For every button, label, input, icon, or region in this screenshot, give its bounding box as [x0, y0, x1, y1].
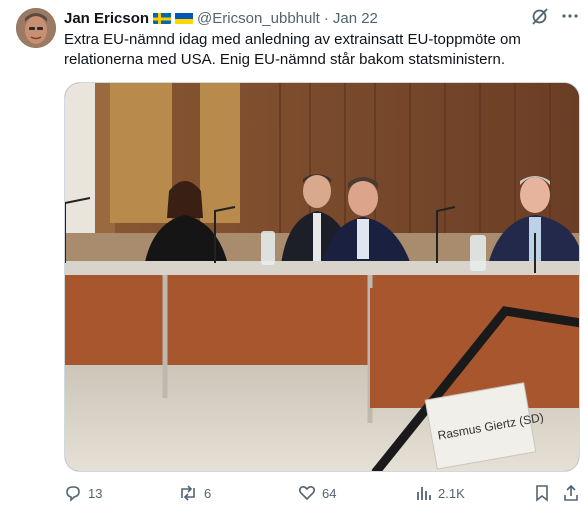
tweet-text-line: relationerna med USA. Enig EU-nämnd står… [64, 51, 506, 68]
more-options-icon[interactable] [560, 6, 580, 26]
bookmark-icon [536, 485, 548, 502]
like-button[interactable]: 64 [298, 484, 336, 502]
meeting-photo-image [65, 83, 579, 471]
tweet-text-line: Extra EU-nämnd idag med anledning av ext… [64, 31, 521, 48]
tweet-photo[interactable]: Rasmus Giertz (SD) [64, 82, 580, 472]
avatar-image [16, 8, 56, 48]
grok-icon[interactable] [530, 6, 550, 26]
tweet-header: Jan Ericson @Ericson_ubbhult · Jan 22 [64, 8, 378, 28]
share-button[interactable] [562, 484, 586, 502]
author-name[interactable]: Jan Ericson [64, 10, 149, 27]
repost-icon [181, 485, 195, 501]
reply-icon [66, 486, 80, 502]
tweet-actions: 13 6 64 2.1K [64, 484, 580, 504]
bookmark-button[interactable] [534, 484, 556, 502]
analytics-icon [417, 487, 431, 500]
heart-icon [298, 485, 316, 501]
repost-button[interactable]: 6 [178, 484, 211, 502]
view-count: 2.1K [438, 485, 465, 501]
tweet-text: Extra EU-nämnd idag med anledning av ext… [64, 30, 569, 70]
share-icon [564, 484, 578, 501]
like-count: 64 [322, 485, 337, 501]
sweden-flag-icon [153, 12, 172, 24]
tweet-date[interactable]: Jan 22 [333, 10, 378, 27]
ukraine-flag-icon [175, 12, 194, 24]
author-handle[interactable]: @Ericson_ubbhult [197, 10, 320, 27]
reply-button[interactable]: 13 [64, 484, 102, 502]
avatar[interactable] [16, 8, 56, 48]
header-icons [530, 6, 580, 26]
reply-count: 13 [88, 485, 103, 501]
views-button[interactable]: 2.1K [416, 484, 465, 502]
repost-count: 6 [204, 485, 212, 501]
separator-dot: · [323, 9, 329, 27]
